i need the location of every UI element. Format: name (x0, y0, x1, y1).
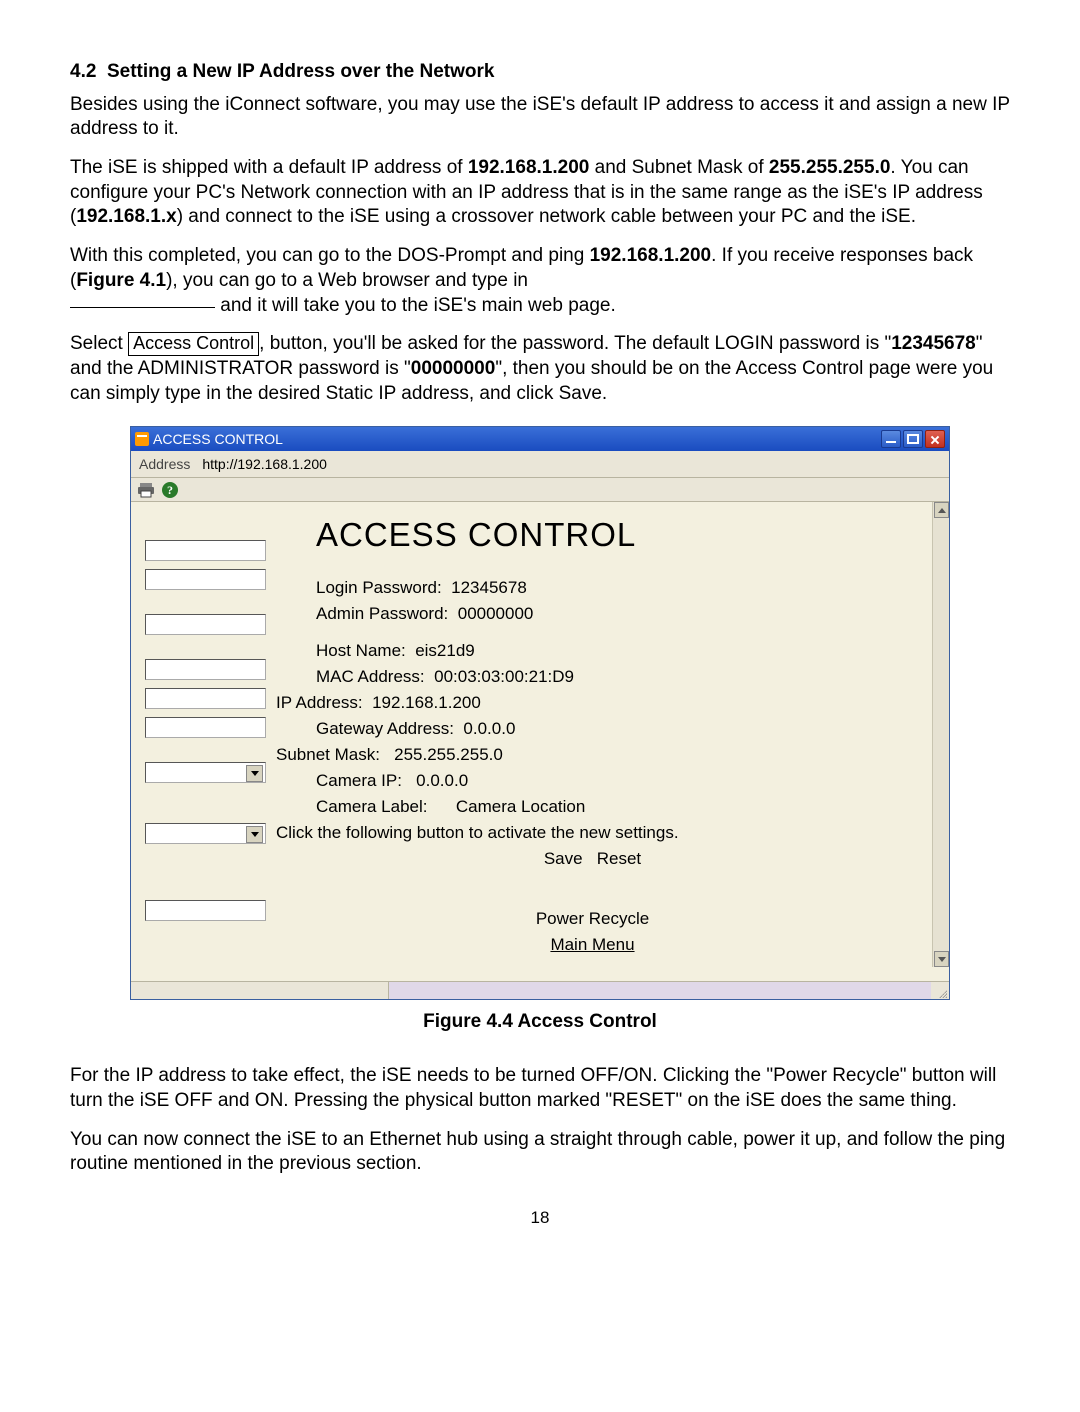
toolbar: ? (131, 478, 949, 502)
power-recycle-button[interactable]: Power Recycle (536, 909, 649, 928)
gateway-address-input[interactable] (145, 688, 266, 709)
address-value[interactable]: http://192.168.1.200 (202, 455, 327, 473)
paragraph-6: You can now connect the iSE to an Ethern… (70, 1128, 1010, 1177)
scrollbar[interactable] (932, 502, 949, 966)
svg-text:?: ? (167, 483, 173, 497)
address-bar: Address http://192.168.1.200 (131, 451, 949, 478)
save-reset-select[interactable] (145, 823, 266, 844)
camera-select[interactable] (145, 762, 266, 783)
close-button[interactable] (925, 430, 945, 448)
paragraph-4: Select Access Control, button, you'll be… (70, 332, 1010, 406)
minimize-button[interactable] (881, 430, 901, 448)
paragraph-2: The iSE is shipped with a default IP add… (70, 156, 1010, 230)
paragraph-5: For the IP address to take effect, the i… (70, 1064, 1010, 1113)
scroll-down-icon[interactable] (934, 951, 949, 967)
help-icon[interactable]: ? (161, 481, 179, 499)
main-menu-link[interactable]: Main Menu (550, 935, 634, 954)
content-area: ACCESS CONTROL Login Password: 12345678 … (131, 502, 949, 980)
gw-label: Gateway Address: (316, 718, 454, 740)
gw-value: 0.0.0.0 (463, 719, 515, 738)
page-number: 18 (70, 1207, 1010, 1229)
figure-caption: Figure 4.4 Access Control (70, 1010, 1010, 1035)
window-title: ACCESS CONTROL (153, 430, 283, 448)
save-button[interactable]: Save (544, 849, 583, 868)
titlebar: ACCESS CONTROL (131, 427, 949, 451)
statusbar (131, 981, 949, 999)
app-window: ACCESS CONTROL Address http://192.168.1.… (130, 426, 950, 999)
host-label: Host Name: (316, 640, 406, 662)
left-input-column (131, 502, 276, 980)
mac-value: 00:03:03:00:21:D9 (434, 667, 574, 686)
app-icon (135, 432, 149, 446)
reset-button[interactable]: Reset (597, 849, 641, 868)
ip-address-input[interactable] (145, 659, 266, 680)
power-recycle-input[interactable] (145, 900, 266, 921)
main-pane: ACCESS CONTROL Login Password: 12345678 … (276, 502, 949, 980)
admin-pw-value: 00000000 (458, 604, 534, 623)
maximize-button[interactable] (903, 430, 923, 448)
mask-label: Subnet Mask: (276, 744, 380, 766)
window-controls (881, 430, 945, 448)
section-number: 4.2 (70, 61, 96, 82)
print-icon[interactable] (137, 481, 155, 499)
camip-label: Camera IP: (316, 770, 402, 792)
section-heading: 4.2 Setting a New IP Address over the Ne… (70, 60, 1010, 85)
login-pw-value: 12345678 (451, 578, 527, 597)
camip-value: 0.0.0.0 (416, 771, 468, 790)
subnet-mask-input[interactable] (145, 717, 266, 738)
paragraph-1: Besides using the iConnect software, you… (70, 93, 1010, 142)
mac-label: MAC Address: (316, 666, 425, 688)
section-title: Setting a New IP Address over the Networ… (107, 61, 495, 82)
login-password-input[interactable] (145, 540, 266, 561)
host-name-input[interactable] (145, 614, 266, 635)
address-label: Address (139, 455, 190, 473)
camlbl-label: Camera Label: (316, 796, 428, 818)
ip-label: IP Address: (276, 692, 363, 714)
admin-password-input[interactable] (145, 569, 266, 590)
scroll-up-icon[interactable] (934, 502, 949, 518)
access-control-button-ref: Access Control (128, 332, 259, 356)
page-title: ACCESS CONTROL (316, 514, 909, 557)
instruction-text: Click the following button to activate t… (276, 822, 909, 844)
camlbl-value: Camera Location (456, 797, 585, 816)
blank-fill-in (70, 307, 215, 308)
mask-value: 255.255.255.0 (394, 745, 503, 764)
login-pw-label: Login Password: (316, 577, 442, 599)
paragraph-3: With this completed, you can go to the D… (70, 244, 1010, 318)
admin-pw-label: Admin Password: (316, 603, 448, 625)
host-value: eis21d9 (415, 641, 475, 660)
resize-grip-icon[interactable] (931, 982, 949, 1000)
ip-value: 192.168.1.200 (372, 693, 481, 712)
